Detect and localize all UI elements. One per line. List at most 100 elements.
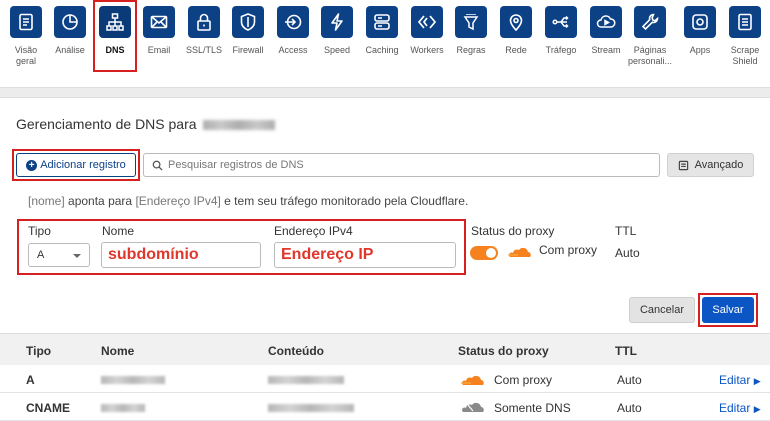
nav-label: Tráfego (545, 45, 577, 55)
nav-item-scrape-shield[interactable]: Scrape Shield (723, 6, 767, 67)
edit-link[interactable]: Editar ▶ (719, 373, 761, 387)
column-header-name[interactable]: Nome (101, 344, 134, 358)
page-title: Gerenciamento de DNS para (16, 116, 275, 132)
redacted-name (101, 376, 165, 384)
records-table-header: Tipo Nome Conteúdo Status do proxy TTL (0, 333, 770, 365)
advanced-button[interactable]: Avançado (667, 153, 754, 177)
scrape-document-icon (729, 6, 761, 38)
save-button[interactable]: Salvar (702, 297, 754, 323)
page-title-text: Gerenciamento de DNS para (16, 116, 197, 132)
ipv4-address-input[interactable]: Endereço IP (274, 242, 456, 268)
column-header-content[interactable]: Conteúdo (268, 344, 324, 358)
caret-right-icon: ▶ (753, 376, 761, 386)
server-stack-icon (366, 6, 398, 38)
redacted-domain (202, 120, 275, 130)
caret-right-icon: ▶ (753, 404, 761, 414)
row-ttl: Auto (617, 401, 642, 415)
info-text-1: aponta para (68, 194, 133, 208)
workers-diamond-icon (411, 6, 443, 38)
nav-item-paginas-personalizadas[interactable]: Páginas personali... (628, 6, 672, 67)
cancel-button[interactable]: Cancelar (629, 297, 695, 323)
pie-chart-icon (54, 6, 86, 38)
search-input[interactable] (168, 159, 648, 171)
location-pin-icon (500, 6, 532, 38)
nav-label: Access (278, 45, 308, 55)
row-proxy-status: Somente DNS (494, 401, 571, 415)
plus-circle-icon: + (26, 159, 38, 171)
nav-item-access[interactable]: Access (271, 6, 315, 56)
row-type: A (26, 373, 35, 387)
redacted-content (268, 376, 344, 384)
dns-highlight-box (93, 0, 137, 72)
lightning-icon (321, 6, 353, 38)
address-label: Endereço IPv4 (274, 224, 353, 238)
proxy-status-value: Com proxy (539, 243, 598, 257)
nav-item-caching[interactable]: Caching (360, 6, 404, 56)
info-text-2: e tem seu tráfego monitorado pela Cloudf… (224, 194, 469, 208)
nav-label: Regras (456, 45, 486, 55)
add-record-label: Adicionar registro (40, 159, 126, 171)
edit-label: Editar (719, 373, 751, 387)
wrench-icon (634, 6, 666, 38)
ttl-label: TTL (615, 224, 637, 238)
top-navigation: Visão geral Análise DNS Email SSL/TLS Fi… (0, 0, 770, 88)
proxy-toggle[interactable] (470, 246, 498, 260)
column-header-ttl[interactable]: TTL (615, 344, 637, 358)
nav-label: Stream (591, 45, 621, 55)
nav-label: Visão geral (14, 45, 38, 66)
row-type: CNAME (26, 401, 70, 415)
nav-item-stream[interactable]: Stream (584, 6, 628, 56)
nav-item-apps[interactable]: Apps (678, 6, 722, 56)
nav-item-workers[interactable]: Workers (405, 6, 449, 56)
nav-label: Análise (55, 45, 85, 55)
nav-item-speed[interactable]: Speed (315, 6, 359, 56)
document-icon (10, 6, 42, 38)
nav-label: Scrape Shield (730, 45, 760, 66)
chevron-down-icon (73, 254, 81, 258)
envelope-icon (143, 6, 175, 38)
nav-item-rede[interactable]: Rede (494, 6, 538, 56)
search-records-box[interactable] (143, 153, 660, 177)
add-record-button[interactable]: + Adicionar registro (16, 153, 136, 177)
nav-item-email[interactable]: Email (137, 6, 181, 56)
advanced-label: Avançado (694, 159, 744, 171)
cloud-play-icon (590, 6, 622, 38)
nav-label: Email (147, 45, 171, 55)
nav-label: Speed (323, 45, 351, 55)
name-label: Nome (102, 224, 135, 238)
dns-management-panel: Gerenciamento de DNS para + Adicionar re… (0, 97, 770, 333)
nav-item-visao-geral[interactable]: Visão geral (4, 6, 48, 67)
redacted-content (268, 404, 354, 412)
type-select[interactable]: A (28, 243, 90, 267)
row-proxy-status: Com proxy (494, 373, 553, 387)
table-row[interactable]: A Com proxy Auto Editar ▶ (0, 365, 770, 393)
edit-link[interactable]: Editar ▶ (719, 401, 761, 415)
type-select-value: A (37, 249, 45, 261)
column-header-type[interactable]: Tipo (26, 344, 51, 358)
nav-item-regras[interactable]: Regras (449, 6, 493, 56)
nav-item-ssl-tls[interactable]: SSL/TLS (182, 6, 226, 56)
info-name-token: [nome] (28, 194, 65, 208)
search-icon (152, 160, 163, 171)
record-info-text: [nome] aponta para [Endereço IPv4] e tem… (28, 194, 468, 208)
redacted-name (101, 404, 145, 412)
proxy-status-label: Status do proxy (471, 224, 555, 238)
orange-cloud-icon (508, 247, 531, 257)
nav-label: Firewall (232, 45, 264, 55)
column-header-proxy-status[interactable]: Status do proxy (458, 344, 549, 358)
info-address-token: [Endereço IPv4] (135, 194, 221, 208)
funnel-icon (455, 6, 487, 38)
row-ttl: Auto (617, 373, 642, 387)
nav-label: Rede (505, 45, 527, 55)
name-input[interactable]: subdomínio (101, 242, 261, 268)
document-list-icon (678, 160, 688, 170)
traffic-split-icon (545, 6, 577, 38)
orange-cloud-icon (461, 375, 484, 385)
ttl-value[interactable]: Auto (615, 246, 640, 260)
nav-item-analise[interactable]: Análise (48, 6, 92, 56)
table-row[interactable]: CNAME Somente DNS Auto Editar ▶ (0, 393, 770, 421)
nav-item-trafego[interactable]: Tráfego (539, 6, 583, 56)
lock-icon (188, 6, 220, 38)
edit-label: Editar (719, 401, 751, 415)
nav-item-firewall[interactable]: Firewall (226, 6, 270, 56)
